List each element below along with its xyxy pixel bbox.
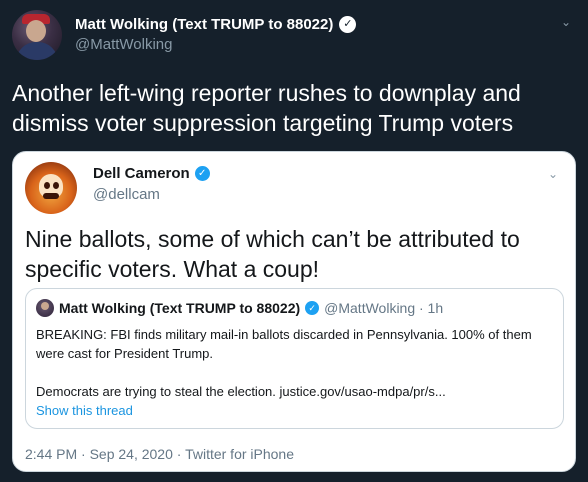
- embedded-tweet-card[interactable]: Matt Wolking (Text TRUMP to 88022) ✓ @Ma…: [25, 288, 564, 429]
- embedded-tweet-body: BREAKING: FBI finds military mail-in bal…: [36, 325, 556, 401]
- avatar-jaw-shape: [43, 193, 59, 199]
- embedded-author-meta: @MattWolking · 1h: [324, 300, 444, 316]
- quoted-author-row: Dell Cameron ✓: [93, 165, 210, 182]
- quoted-tweet-text: Nine ballots, some of which can’t be att…: [25, 226, 520, 282]
- embedded-text-line2: Democrats are trying to steal the electi…: [36, 384, 446, 399]
- verified-badge-icon: ✓: [339, 15, 357, 33]
- quoted-avatar[interactable]: [25, 162, 77, 214]
- embedded-author-name[interactable]: Matt Wolking (Text TRUMP to 88022): [59, 300, 300, 316]
- outer-author-handle[interactable]: @MattWolking: [75, 36, 172, 53]
- outer-avatar[interactable]: [12, 10, 62, 60]
- chevron-down-icon[interactable]: ⌄: [558, 14, 574, 30]
- avatar-body-shape: [16, 42, 58, 60]
- quoted-author-name[interactable]: Dell Cameron: [93, 165, 190, 182]
- outer-author-name[interactable]: Matt Wolking (Text TRUMP to 88022): [75, 16, 333, 33]
- chevron-down-icon[interactable]: ⌄: [545, 166, 561, 182]
- quoted-tweet-card[interactable]: Dell Cameron ✓ @dellcam ⌄ Nine ballots, …: [12, 151, 576, 472]
- avatar-eye-right: [53, 182, 59, 189]
- tweet-timestamp[interactable]: 2:44 PM · Sep 24, 2020 · Twitter for iPh…: [25, 446, 294, 462]
- verified-badge-icon: ✓: [305, 301, 320, 315]
- verified-badge-icon: ✓: [194, 166, 210, 181]
- show-thread-link[interactable]: Show this thread: [36, 403, 133, 418]
- embedded-avatar[interactable]: [36, 299, 54, 317]
- avatar-eye-left: [44, 182, 50, 189]
- quoted-author-handle[interactable]: @dellcam: [93, 186, 160, 203]
- embedded-author-row: Matt Wolking (Text TRUMP to 88022) ✓ @Ma…: [36, 299, 443, 317]
- avatar-face-shape: [26, 20, 46, 42]
- outer-author-row: Matt Wolking (Text TRUMP to 88022) ✓: [75, 14, 357, 34]
- outer-tweet-text: Another left-wing reporter rushes to dow…: [12, 80, 521, 136]
- embedded-text-line1: BREAKING: FBI finds military mail-in bal…: [36, 327, 532, 361]
